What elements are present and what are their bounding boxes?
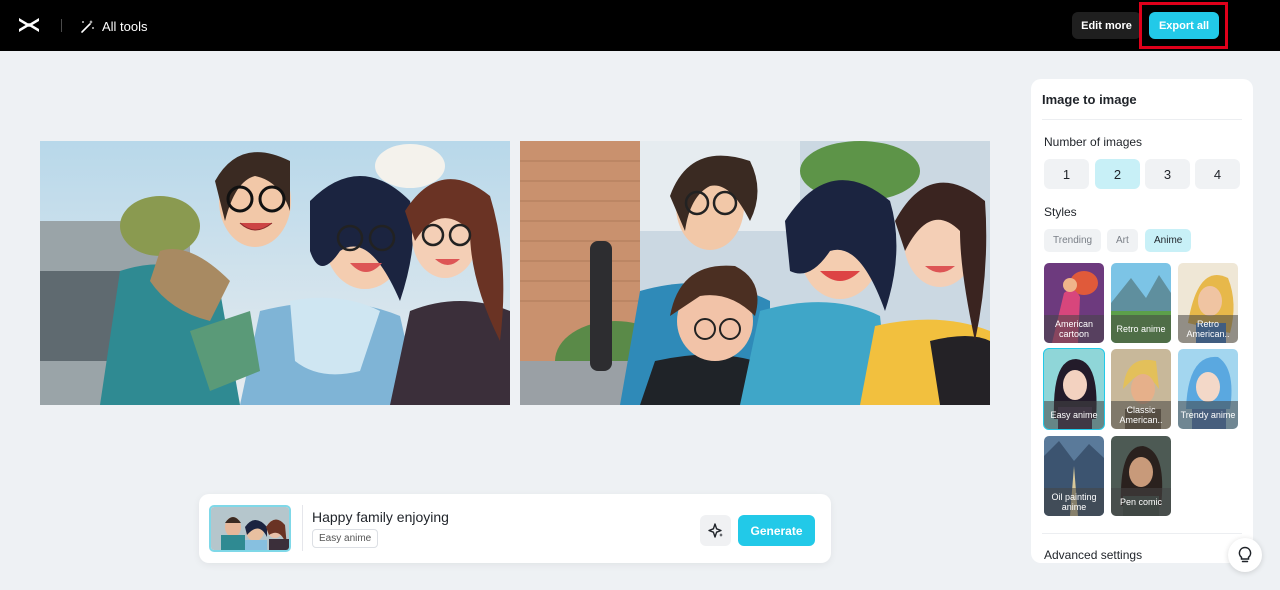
advanced-settings-toggle[interactable]: Advanced settings (1044, 548, 1142, 562)
number-of-images-label: Number of images (1044, 135, 1143, 149)
style-card-label: Trendy anime (1178, 401, 1238, 429)
panel-title: Image to image (1042, 92, 1137, 107)
sparkle-icon (707, 522, 723, 538)
styles-label: Styles (1044, 205, 1077, 219)
style-card-label: Retro American.. (1178, 315, 1238, 343)
style-card-label: American cartoon (1044, 315, 1104, 343)
style-card-label: Oil painting anime (1044, 488, 1104, 516)
export-all-button[interactable]: Export all (1149, 12, 1219, 39)
prompt-text[interactable]: Happy family enjoying (312, 509, 449, 525)
style-filter-anime[interactable]: Anime (1145, 229, 1192, 252)
result-image-2[interactable] (520, 141, 990, 405)
style-card-pen-comic[interactable]: Pen comic (1111, 436, 1171, 516)
style-filter-art[interactable]: Art (1107, 229, 1138, 252)
source-image-thumbnail[interactable] (209, 505, 291, 552)
style-card-label: Pen comic (1111, 488, 1171, 516)
divider (302, 505, 303, 551)
style-card-retro-anime[interactable]: Retro anime (1111, 263, 1171, 343)
style-card-easy-anime[interactable]: Easy anime (1043, 348, 1105, 430)
magic-wand-icon (81, 19, 94, 33)
style-card-label: Retro anime (1111, 315, 1171, 343)
capcut-logo-icon[interactable] (17, 14, 41, 36)
all-tools-label: All tools (102, 18, 148, 34)
generate-button[interactable]: Generate (738, 515, 815, 546)
all-tools-button[interactable]: All tools (80, 16, 148, 36)
style-card-oil-painting-anime[interactable]: Oil painting anime (1044, 436, 1104, 516)
result-image-1[interactable] (40, 141, 510, 405)
sparkle-button[interactable] (700, 515, 731, 546)
help-button[interactable] (1228, 538, 1262, 572)
divider (1042, 533, 1242, 534)
divider (1042, 119, 1242, 120)
style-card-classic-american[interactable]: Classic American.. (1111, 349, 1171, 429)
number-option-1[interactable]: 1 (1044, 159, 1089, 189)
style-card-trendy-anime[interactable]: Trendy anime (1178, 349, 1238, 429)
style-tag: Easy anime (312, 529, 379, 548)
prompt-bar: Happy family enjoying Easy anime Generat… (199, 494, 831, 563)
edit-more-button[interactable]: Edit more (1072, 12, 1141, 39)
number-option-4[interactable]: 4 (1195, 159, 1240, 189)
image-to-image-panel: Image to image Number of images 1 2 3 4 … (1031, 79, 1253, 563)
number-option-2[interactable]: 2 (1095, 159, 1140, 189)
style-card-label: Classic American.. (1111, 401, 1171, 429)
lightbulb-icon (1238, 546, 1252, 563)
number-option-3[interactable]: 3 (1145, 159, 1190, 189)
divider (61, 19, 62, 32)
style-card-retro-american[interactable]: Retro American.. (1178, 263, 1238, 343)
top-bar: All tools Edit more Export all (0, 0, 1280, 51)
style-filter-trending[interactable]: Trending (1044, 229, 1102, 252)
style-card-american-cartoon[interactable]: American cartoon (1044, 263, 1104, 343)
style-card-label: Easy anime (1044, 401, 1104, 429)
